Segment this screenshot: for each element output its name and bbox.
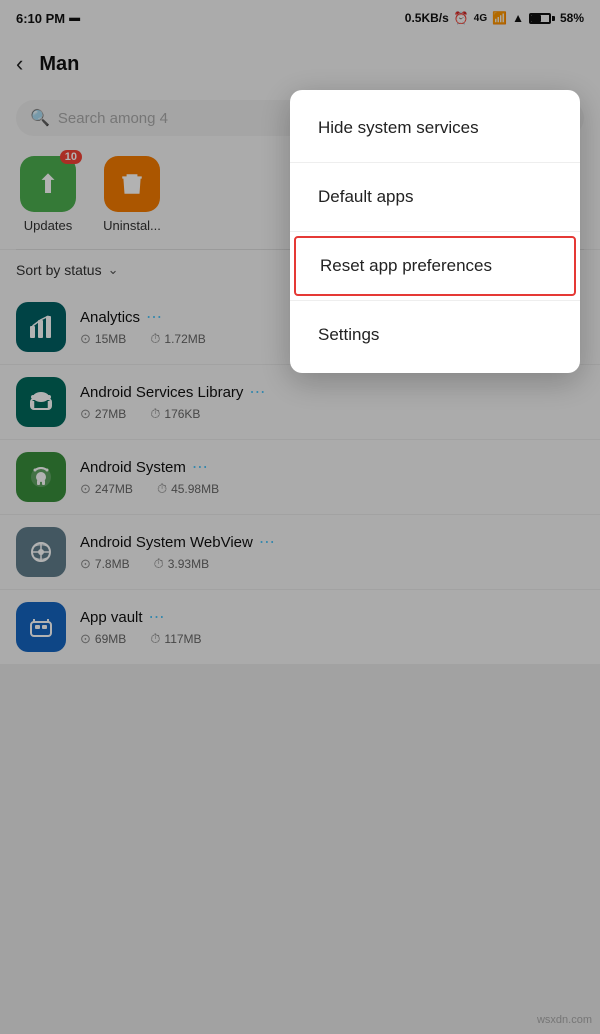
menu-divider-2 bbox=[290, 231, 580, 232]
menu-item-hide-system[interactable]: Hide system services bbox=[290, 98, 580, 158]
menu-divider-1 bbox=[290, 162, 580, 163]
menu-item-settings[interactable]: Settings bbox=[290, 305, 580, 365]
menu-item-default-apps[interactable]: Default apps bbox=[290, 167, 580, 227]
dropdown-menu: Hide system services Default apps Reset … bbox=[290, 90, 580, 373]
menu-item-reset-prefs[interactable]: Reset app preferences bbox=[294, 236, 576, 296]
menu-divider-3 bbox=[290, 300, 580, 301]
